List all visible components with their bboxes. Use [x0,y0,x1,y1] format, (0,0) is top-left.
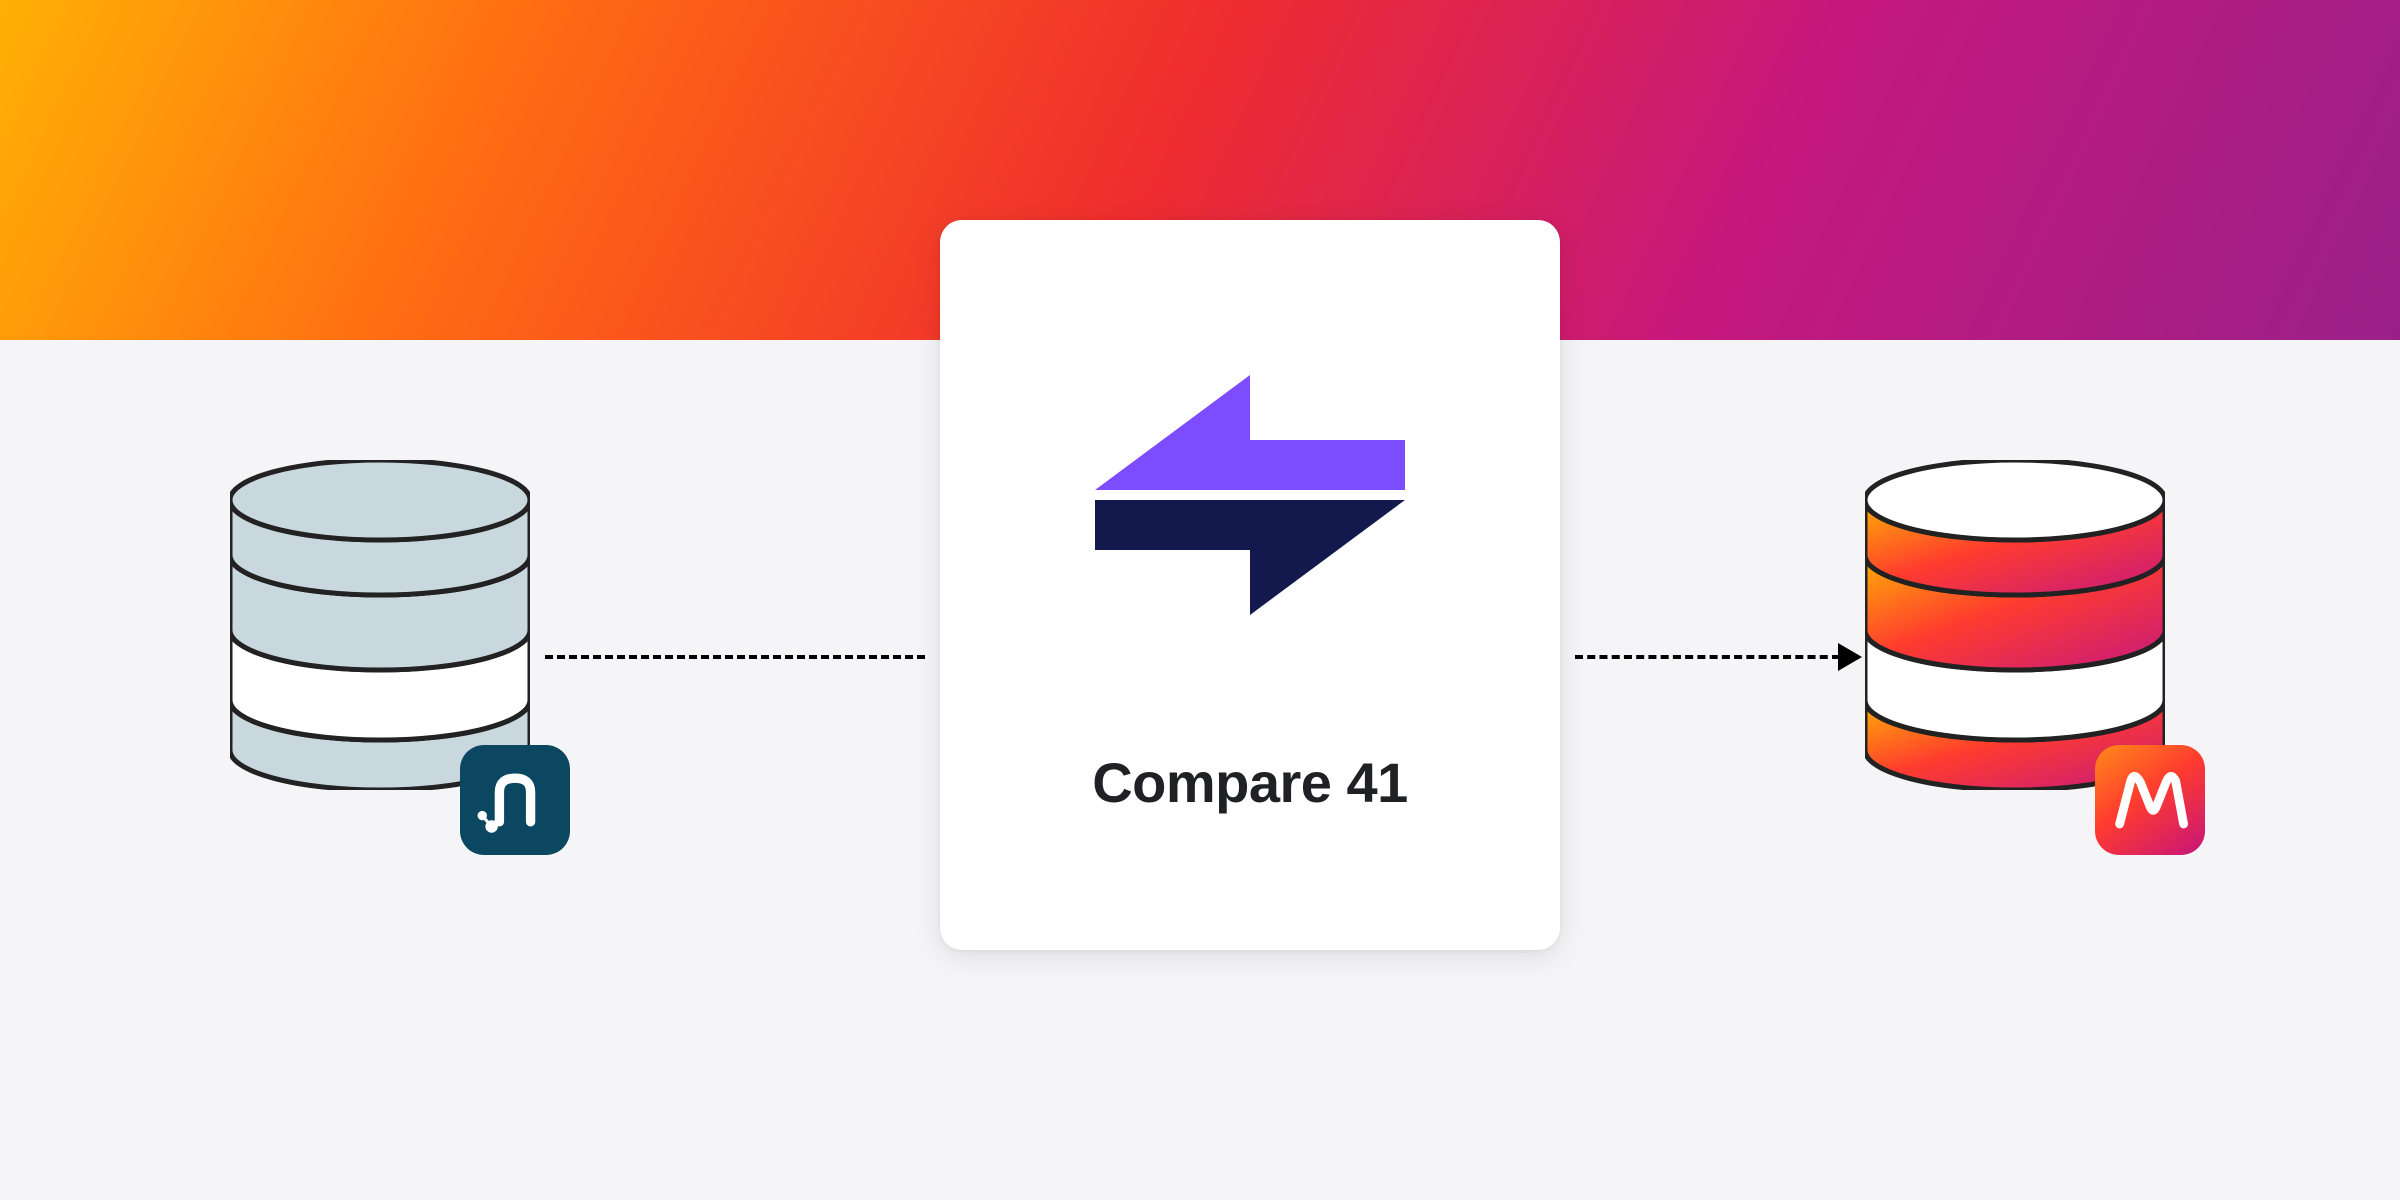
target-db-badge [2095,745,2205,855]
connector-arrowhead [1838,643,1862,671]
compare-logo-icon [1075,340,1425,660]
source-database [230,460,530,790]
diagram-stage: Compare 41 [0,0,2400,1200]
source-db-badge [460,745,570,855]
connector-left [545,655,925,659]
compare-card-title: Compare 41 [1092,750,1408,815]
connector-right [1575,655,1840,659]
memgraph-icon [2110,760,2190,840]
target-database [1865,460,2165,790]
compare-card: Compare 41 [940,220,1560,950]
neo4j-icon [476,761,554,839]
